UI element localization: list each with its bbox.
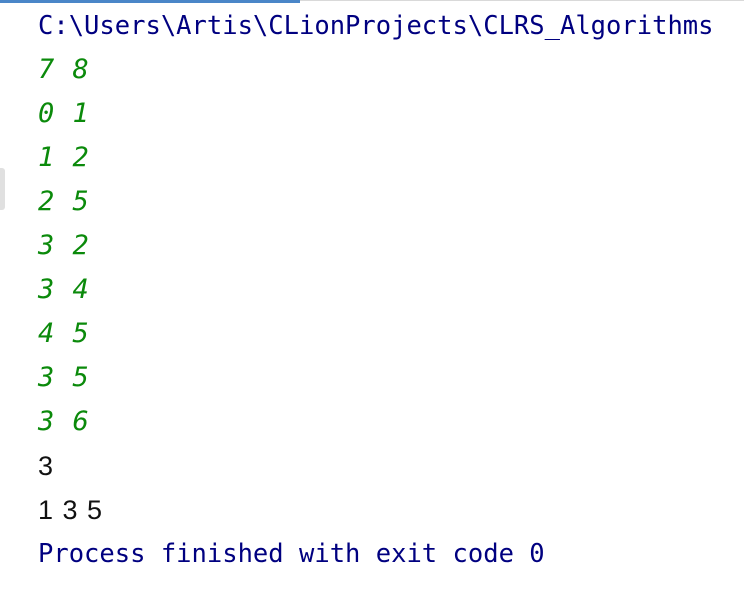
run-console[interactable]: C:\Users\Artis\CLionProjects\CLRS_Algori… [0,0,744,595]
console-input-line: 2 5 [38,186,90,217]
console-input-line: 3 2 [38,230,90,261]
scroll-gutter-marker [0,168,5,210]
console-input-line: 4 5 [38,318,90,349]
console-top-border [300,0,744,1]
console-input-line: 0 1 [38,98,90,129]
console-exit-message: Process finished with exit code 0 [38,539,545,569]
console-input-line: 1 2 [38,142,90,173]
console-output-line: 1 3 5 [38,495,104,525]
console-output-line: 3 [38,451,55,481]
console-input-line: 3 5 [38,362,90,393]
console-path-line: C:\Users\Artis\CLionProjects\CLRS_Algori… [38,11,714,41]
console-input-line: 3 4 [38,274,90,305]
console-output: C:\Users\Artis\CLionProjects\CLRS_Algori… [38,8,714,580]
active-tab-indicator [0,0,300,3]
console-input-line: 7 8 [38,54,90,85]
console-input-line: 3 6 [38,406,90,437]
